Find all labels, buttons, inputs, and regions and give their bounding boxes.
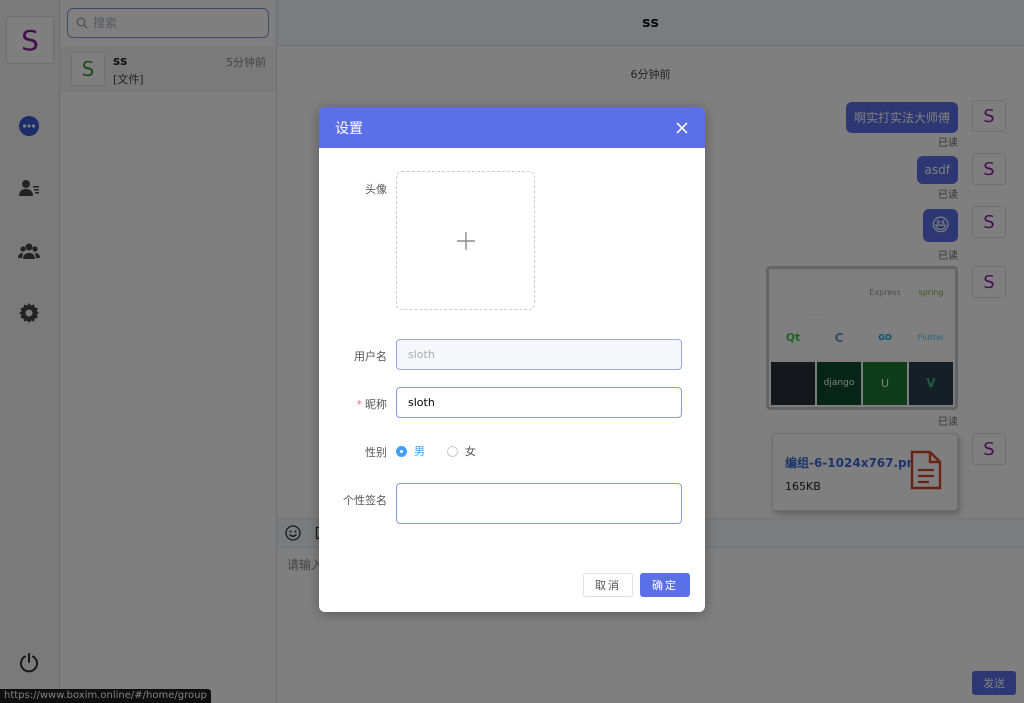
avatar-uploader[interactable] <box>396 171 535 310</box>
settings-dialog: 设置 头像 用户名 *昵称 性别 男 女 个性签名 取消 确定 <box>319 107 705 612</box>
username-input <box>396 339 682 370</box>
close-icon[interactable] <box>675 121 689 135</box>
gender-radio-group: 男 女 <box>396 443 476 459</box>
cancel-button[interactable]: 取消 <box>583 573 633 597</box>
gender-label: 性别 <box>365 446 387 459</box>
dialog-header: 设置 <box>319 107 705 148</box>
gender-male-radio[interactable]: 男 <box>396 443 425 459</box>
username-label: 用户名 <box>354 350 387 363</box>
signature-label: 个性签名 <box>343 494 387 507</box>
dialog-title: 设置 <box>335 120 363 137</box>
confirm-button[interactable]: 确定 <box>640 573 690 597</box>
gender-female-radio[interactable]: 女 <box>447 443 476 459</box>
plus-icon <box>456 231 475 250</box>
avatar-label: 头像 <box>365 183 387 196</box>
nickname-label: * 昵称 <box>356 398 388 411</box>
signature-input[interactable] <box>396 483 682 524</box>
nickname-input[interactable] <box>396 387 682 418</box>
